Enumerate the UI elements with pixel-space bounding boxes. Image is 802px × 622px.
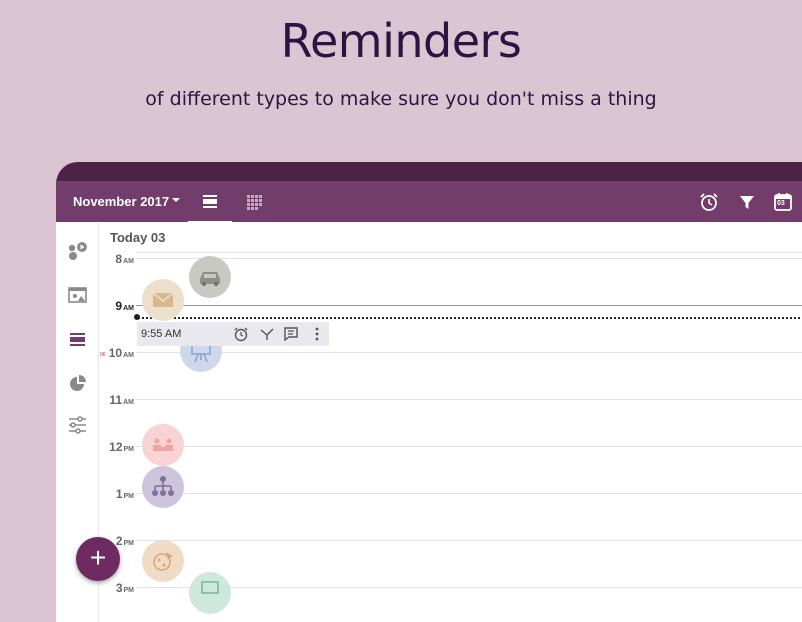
event-pizza[interactable] <box>142 540 184 582</box>
filter-button[interactable] <box>736 191 758 213</box>
now-minute-marker: 06 <box>100 352 106 358</box>
day-timeline: Today 03 8AM 9AM 10AM 11AM 12PM 1PM 2PM … <box>99 222 802 622</box>
hour-label: 1PM <box>115 487 134 501</box>
hour-label: 10AM <box>108 346 134 360</box>
envelope-icon <box>152 292 174 307</box>
hour-line <box>136 540 802 541</box>
more-vert-icon <box>315 327 319 341</box>
hour-label: 12PM <box>109 440 134 454</box>
current-time-dot <box>134 314 140 320</box>
grid-view-icon <box>247 195 262 210</box>
hour-line <box>136 446 802 447</box>
tablet-frame: November 2017 03 Today 03 8AM 9AM 10AM 1… <box>56 162 802 622</box>
current-time-line <box>138 317 802 319</box>
filter-icon <box>740 196 754 209</box>
caret-down-icon[interactable] <box>172 198 180 202</box>
hour-label: 3PM <box>115 581 134 595</box>
add-reminder-button[interactable]: + <box>76 537 120 581</box>
sidebar-item-list[interactable] <box>67 328 87 348</box>
org-chart-icon <box>152 476 174 496</box>
event-organization[interactable] <box>142 466 184 508</box>
split-button[interactable] <box>259 326 275 342</box>
hour-line <box>136 587 802 588</box>
event-action-bar: 9:55 AM <box>137 322 329 346</box>
hero-subtitle: of different types to make sure you don'… <box>145 88 657 110</box>
header-divider <box>136 252 802 253</box>
comment-icon <box>284 327 298 342</box>
sidebar-item-stats[interactable] <box>67 372 87 392</box>
event-screen[interactable] <box>189 572 231 614</box>
alarm-icon <box>700 193 718 211</box>
sidebar-item-feed[interactable] <box>67 240 87 260</box>
list-view-icon <box>203 195 217 208</box>
hour-line <box>136 258 802 259</box>
event-car[interactable] <box>189 256 231 298</box>
list-view-button[interactable] <box>188 187 232 223</box>
calendar-today-button[interactable]: 03 <box>772 191 794 213</box>
circles-play-icon <box>68 242 87 260</box>
pizza-icon <box>153 552 173 571</box>
calendar-content: Today 03 8AM 9AM 10AM 11AM 12PM 1PM 2PM … <box>56 222 802 622</box>
car-icon <box>200 272 220 286</box>
event-mail[interactable] <box>142 279 184 321</box>
hour-label: 8AM <box>115 252 134 266</box>
alarm-button[interactable] <box>698 191 720 213</box>
month-selector[interactable]: November 2017 <box>73 194 169 209</box>
hour-label: 11AM <box>109 393 134 407</box>
sidebar-item-settings[interactable] <box>67 414 87 434</box>
event-time: 9:55 AM <box>141 328 182 340</box>
alarm-icon <box>234 327 248 342</box>
event-meeting[interactable] <box>142 424 184 466</box>
calendar-day-label: 03 <box>777 200 785 207</box>
pie-chart-icon <box>70 375 86 391</box>
today-header: Today 03 <box>110 230 166 245</box>
hour-line <box>136 399 802 400</box>
sliders-icon <box>69 416 86 434</box>
hero-title: Reminders <box>280 14 522 68</box>
comment-button[interactable] <box>283 326 299 342</box>
meeting-icon <box>153 438 173 451</box>
more-button[interactable] <box>309 326 325 342</box>
sidebar-item-photo-calendar[interactable] <box>67 284 87 304</box>
monitor-icon <box>201 581 219 594</box>
photo-calendar-icon <box>68 287 87 303</box>
reminder-button[interactable] <box>233 326 249 342</box>
hour-line <box>136 493 802 494</box>
grid-view-button[interactable] <box>232 187 276 221</box>
hour-line <box>136 352 802 353</box>
split-icon <box>260 328 274 340</box>
hour-label-current: 9AM <box>115 299 134 313</box>
list-icon <box>70 333 85 346</box>
app-bar: November 2017 03 <box>56 181 802 223</box>
hour-line <box>136 305 802 306</box>
